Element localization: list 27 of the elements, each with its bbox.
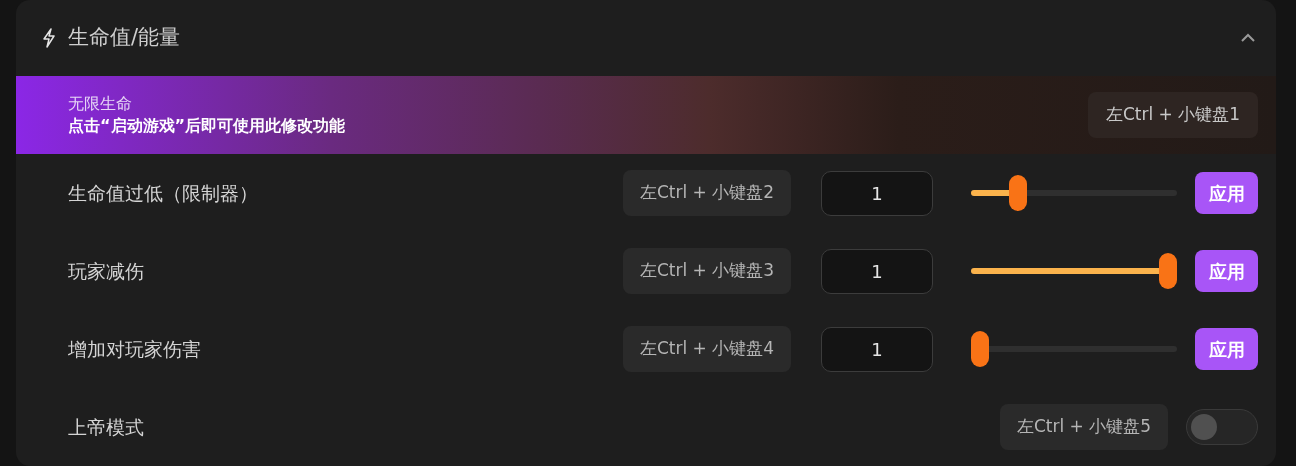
number-field[interactable]: 1 [821,248,933,294]
chevron-up-icon[interactable] [1240,33,1256,43]
slider[interactable] [971,253,1177,289]
notice-text: 点击“启动游戏”后即可使用此修改功能 [68,115,347,137]
feature-label: 玩家减伤 [68,258,145,284]
feature-label: 生命值过低（限制器） [68,180,259,206]
slider-thumb[interactable] [971,331,989,367]
slider[interactable] [971,175,1177,211]
hotkey-badge: 左Ctrl + 小键盘2 [622,170,791,216]
section-title: 生命值/能量 [68,24,181,52]
hotkey-badge: 左Ctrl + 小键盘1 [1087,92,1258,138]
feature-label: 上帝模式 [68,414,145,440]
slider-thumb[interactable] [1008,175,1027,211]
apply-button[interactable]: 应用 [1195,172,1258,214]
number-field[interactable]: 1 [821,170,933,216]
toggle-switch[interactable] [1186,409,1258,445]
hotkey-badge: 左Ctrl + 小键盘3 [622,248,791,294]
lightning-icon [42,28,56,48]
feature-label: 无限生命 [68,93,133,115]
hotkey-badge: 左Ctrl + 小键盘5 [999,404,1168,450]
apply-button[interactable]: 应用 [1195,250,1258,292]
apply-button[interactable]: 应用 [1195,328,1258,370]
hotkey-badge: 左Ctrl + 小键盘4 [622,326,791,372]
slider-thumb[interactable] [1159,253,1177,289]
feature-label: 增加对玩家伤害 [68,336,202,362]
slider[interactable] [971,331,1177,367]
number-field[interactable]: 1 [821,326,933,372]
